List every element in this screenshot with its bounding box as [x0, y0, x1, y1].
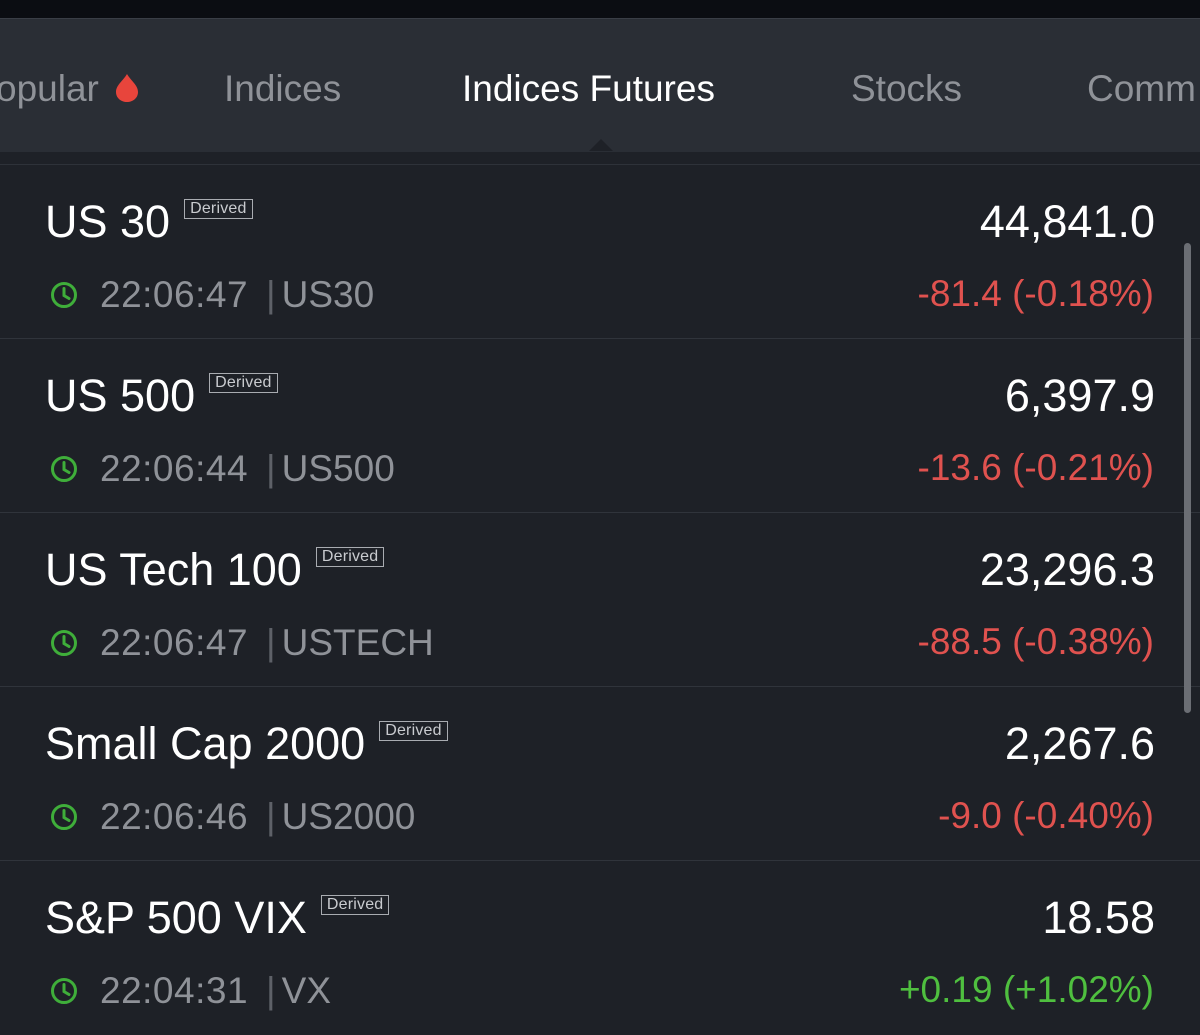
quote-meta: 22:06:47 | US30: [50, 273, 374, 317]
tab-popular[interactable]: opular: [0, 67, 99, 111]
price-change: -81.4 (-0.18%): [917, 273, 1155, 314]
top-status-strip: [0, 0, 1200, 18]
list-item[interactable]: Small Cap 2000 Derived 22:06:46 | US2000 …: [0, 687, 1200, 861]
price-change: -88.5 (-0.38%): [917, 621, 1155, 662]
list-item[interactable]: S&P 500 VIX Derived 22:04:31 | VX 18.58 +…: [0, 861, 1200, 1035]
instrument-name: US 500: [45, 370, 196, 421]
quote-meta: 22:06:47 | USTECH: [50, 621, 434, 665]
derived-badge: Derived: [320, 895, 390, 915]
derived-badge: Derived: [379, 721, 448, 741]
instrument-name: S&P 500 VIX: [45, 892, 307, 943]
instrument-name-block: US Tech 100 Derived: [45, 543, 385, 597]
price-change: -9.0 (-0.40%): [938, 795, 1154, 836]
instrument-price: 6,397.9: [1004, 370, 1155, 421]
instrument-symbol: US2000: [281, 796, 416, 837]
list-item[interactable]: US 30 Derived 22:06:47 | US30 44,841.0 -8…: [0, 165, 1200, 339]
instrument-price: 18.58: [1042, 892, 1155, 943]
clock-icon: [51, 282, 77, 308]
instrument-name: US 30: [45, 196, 171, 247]
tab-bar-divider: [0, 152, 1200, 165]
tab-commodities[interactable]: Comm: [1087, 67, 1196, 111]
clock-icon: [51, 630, 77, 656]
quote-meta: 22:06:44 | US500: [50, 447, 395, 491]
list-item[interactable]: US Tech 100 Derived 22:06:47 | USTECH 23,…: [0, 513, 1200, 687]
instrument-symbol: VX: [281, 970, 332, 1011]
instrument-name: Small Cap 2000: [45, 718, 366, 769]
scrollbar[interactable]: [1184, 243, 1191, 713]
instrument-name-block: Small Cap 2000 Derived: [45, 717, 448, 771]
price-change: +0.19 (+1.02%): [898, 969, 1154, 1010]
separator: |: [266, 274, 276, 315]
category-tab-bar[interactable]: opular Indices Indices Futures Stocks Co…: [0, 18, 1200, 152]
quote-time: 22:06:47: [100, 274, 249, 315]
price-change: -13.6 (-0.21%): [917, 447, 1155, 488]
clock-icon: [51, 978, 77, 1004]
tab-indices[interactable]: Indices: [224, 67, 341, 111]
instrument-symbol: USTECH: [281, 622, 434, 663]
instrument-name: US Tech 100: [45, 544, 302, 595]
derived-badge: Derived: [184, 199, 253, 219]
instrument-symbol: US30: [281, 274, 375, 315]
quote-time: 22:04:31: [100, 970, 249, 1011]
instrument-name-block: US 500 Derived: [45, 369, 278, 423]
active-tab-indicator: [589, 139, 613, 151]
instrument-price: 2,267.6: [1004, 718, 1155, 769]
list-item[interactable]: US 500 Derived 22:06:44 | US500 6,397.9 -…: [0, 339, 1200, 513]
separator: |: [266, 448, 276, 489]
clock-icon: [51, 804, 77, 830]
separator: |: [266, 970, 276, 1011]
instrument-price: 44,841.0: [979, 196, 1155, 247]
tab-stocks[interactable]: Stocks: [851, 67, 962, 111]
instrument-name-block: S&P 500 VIX Derived: [45, 891, 390, 945]
tab-indices-futures[interactable]: Indices Futures: [462, 67, 715, 111]
instrument-symbol: US500: [281, 448, 395, 489]
quote-time: 22:06:44: [100, 448, 249, 489]
instrument-price: 23,296.3: [979, 544, 1155, 595]
derived-badge: Derived: [315, 547, 385, 567]
clock-icon: [51, 456, 77, 482]
quote-meta: 22:06:46 | US2000: [50, 795, 415, 839]
quote-meta: 22:04:31 | VX: [50, 969, 331, 1013]
instrument-name-block: US 30 Derived: [45, 195, 253, 249]
separator: |: [266, 796, 276, 837]
quote-time: 22:06:47: [100, 622, 249, 663]
quote-time: 22:06:46: [100, 796, 249, 837]
separator: |: [266, 622, 276, 663]
derived-badge: Derived: [209, 373, 278, 393]
instrument-list[interactable]: US 30 Derived 22:06:47 | US30 44,841.0 -8…: [0, 165, 1200, 1035]
hot-drop-icon: [116, 74, 138, 102]
